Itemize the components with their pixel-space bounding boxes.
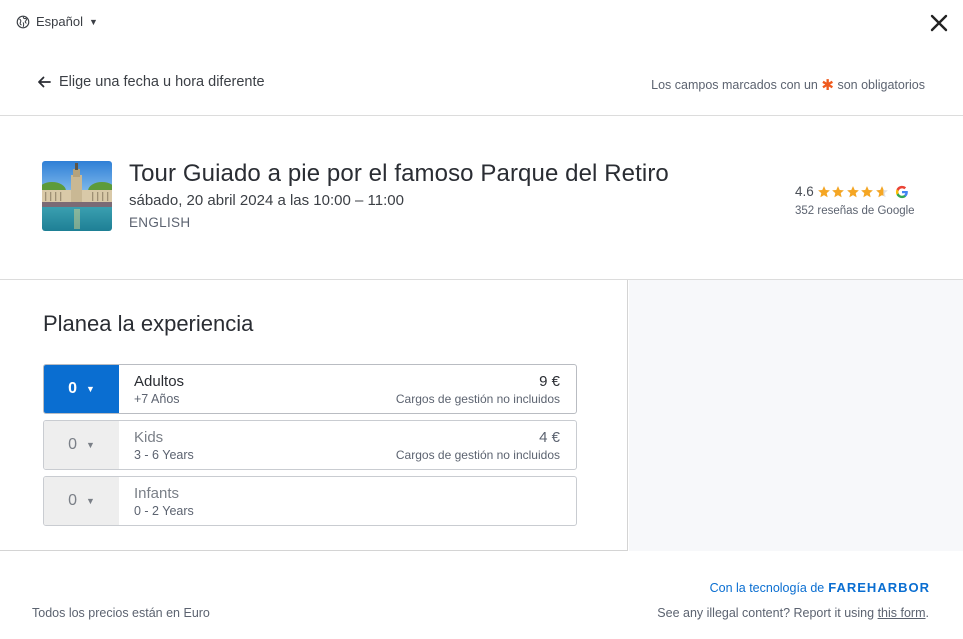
- close-icon[interactable]: [929, 13, 949, 33]
- required-fields-note: Los campos marcados con un ✱ son obligat…: [651, 76, 925, 94]
- quantity-select[interactable]: 0 ▼: [44, 365, 119, 413]
- powered-by-label: Con la tecnología de: [709, 580, 825, 595]
- required-asterisk-icon: ✱: [821, 77, 834, 94]
- back-label: Elige una fecha u hora diferente: [59, 74, 265, 90]
- reviews-count: 352 reseñas de Google: [795, 205, 915, 217]
- navigation-row: Elige una fecha u hora diferente Los cam…: [0, 60, 963, 106]
- ticket-age-range: 0 - 2 Years: [134, 504, 194, 518]
- ticket-name: Adultos: [134, 373, 185, 390]
- powered-by[interactable]: Con la tecnología de FAREHARBOR: [710, 580, 930, 595]
- item-header: Tour Guiado a pie por el famoso Parque d…: [0, 116, 963, 279]
- quantity-value: 0: [68, 380, 77, 397]
- item-language: ENGLISH: [129, 215, 191, 230]
- report-suffix: .: [925, 606, 929, 620]
- summary-sidebar: [629, 280, 963, 551]
- quantity-select[interactable]: 0 ▼: [44, 421, 119, 469]
- rating-stars: [817, 185, 890, 199]
- ticket-price: 9 €: [539, 373, 560, 390]
- report-prefix: See any illegal content? Report it using: [657, 606, 875, 620]
- rating-widget[interactable]: 4.6 352 reseñas de Google: [795, 184, 935, 217]
- ticket-price: 4 €: [539, 429, 560, 446]
- ticket-name: Kids: [134, 429, 164, 446]
- ticket-row-adults[interactable]: 0 ▼ Adultos +7 Años 9 € Cargos de gestió…: [43, 364, 577, 414]
- item-datetime: sábado, 20 abril 2024 a las 10:00 – 11:0…: [129, 192, 404, 209]
- booking-panel: Planea la experiencia 0 ▼ Adultos +7 Año…: [0, 280, 628, 551]
- report-form-link[interactable]: this form: [878, 606, 926, 620]
- caret-down-icon: ▼: [85, 384, 95, 394]
- caret-down-icon: ▼: [85, 496, 95, 506]
- google-icon: [896, 185, 909, 198]
- language-label: Español: [36, 14, 83, 29]
- section-title: Planea la experiencia: [43, 311, 254, 336]
- ticket-age-range: 3 - 6 Years: [134, 448, 194, 462]
- quantity-value: 0: [68, 436, 77, 453]
- required-note-prefix: Los campos marcados con un: [651, 78, 818, 92]
- required-note-suffix: son obligatorios: [837, 78, 925, 92]
- rating-value: 4.6: [795, 184, 814, 199]
- fee-note: Cargos de gestión no incluidos: [395, 392, 560, 406]
- quantity-select[interactable]: 0 ▼: [44, 477, 119, 525]
- ticket-row-kids[interactable]: 0 ▼ Kids 3 - 6 Years 4 € Cargos de gesti…: [43, 420, 577, 470]
- language-selector[interactable]: Español ▼: [16, 14, 98, 29]
- quantity-value: 0: [68, 492, 77, 509]
- ticket-row-infants[interactable]: 0 ▼ Infants 0 - 2 Years: [43, 476, 577, 526]
- ticket-age-range: +7 Años: [134, 392, 180, 406]
- ticket-name: Infants: [134, 485, 180, 502]
- caret-down-icon: ▼: [85, 440, 95, 450]
- star-icon: [817, 185, 830, 197]
- fareharbor-logo: FAREHARBOR: [828, 580, 930, 595]
- star-icon: [875, 185, 888, 197]
- report-content: See any illegal content? Report it using…: [657, 606, 929, 620]
- star-icon: [846, 185, 859, 197]
- currency-note: Todos los precios están en Euro: [32, 606, 210, 620]
- arrow-left-icon: [38, 76, 51, 88]
- item-thumbnail: [42, 161, 112, 231]
- star-icon: [861, 185, 874, 197]
- star-icon: [832, 185, 845, 197]
- top-bar: Español ▼: [0, 0, 963, 46]
- back-button[interactable]: Elige una fecha u hora diferente: [36, 74, 265, 90]
- globe-icon: [16, 15, 30, 28]
- item-title: Tour Guiado a pie por el famoso Parque d…: [129, 160, 669, 187]
- fee-note: Cargos de gestión no incluidos: [395, 448, 560, 462]
- caret-down-icon: ▼: [88, 16, 98, 27]
